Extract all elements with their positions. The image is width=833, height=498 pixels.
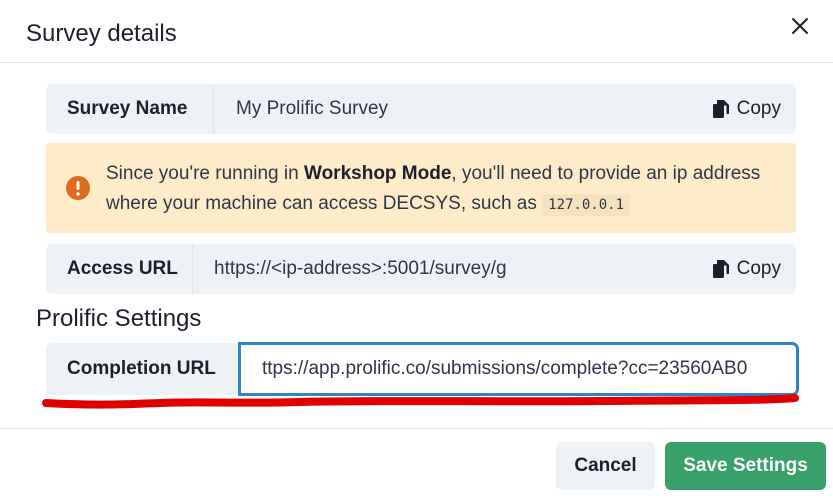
access-url-label: Access URL <box>46 244 193 294</box>
access-url-group: Access URL https://<ip-address>:5001/sur… <box>46 244 796 294</box>
alert-emphasis: Workshop Mode <box>303 163 452 184</box>
completion-url-input[interactable] <box>239 343 798 395</box>
copy-label: Copy <box>736 98 781 119</box>
ip-address-code: 127.0.0.1 <box>542 194 630 216</box>
access-url-value: https://<ip-address>:5001/survey/g <box>214 258 507 279</box>
dialog-title: Survey details <box>26 20 177 47</box>
save-settings-button[interactable]: Save Settings <box>665 442 826 490</box>
copy-label: Copy <box>736 258 781 279</box>
completion-url-label: Completion URL <box>46 343 239 395</box>
red-underline-annotation <box>42 394 799 409</box>
survey-name-label: Survey Name <box>46 84 214 134</box>
alert-message: Since you're running in Workshop Mode, y… <box>106 159 771 220</box>
survey-name-group: Survey Name My Prolific Survey Copy <box>46 84 796 134</box>
alert-text-start: Since you're running in <box>106 163 304 184</box>
copy-access-url-button[interactable]: Copy <box>712 258 781 280</box>
warning-icon <box>66 176 90 200</box>
dialog-header: Survey details <box>0 0 833 63</box>
completion-url-group: Completion URL <box>46 343 798 395</box>
survey-name-value: My Prolific Survey <box>236 98 389 119</box>
copy-icon <box>712 260 729 278</box>
close-icon <box>792 18 808 34</box>
copy-icon <box>712 100 729 118</box>
prolific-settings-heading: Prolific Settings <box>36 305 202 332</box>
dialog-footer: Cancel Save Settings <box>0 428 833 498</box>
cancel-button[interactable]: Cancel <box>556 442 655 490</box>
workshop-mode-alert: Since you're running in Workshop Mode, y… <box>46 143 796 233</box>
copy-survey-name-button[interactable]: Copy <box>712 98 781 120</box>
close-button[interactable] <box>786 12 814 40</box>
